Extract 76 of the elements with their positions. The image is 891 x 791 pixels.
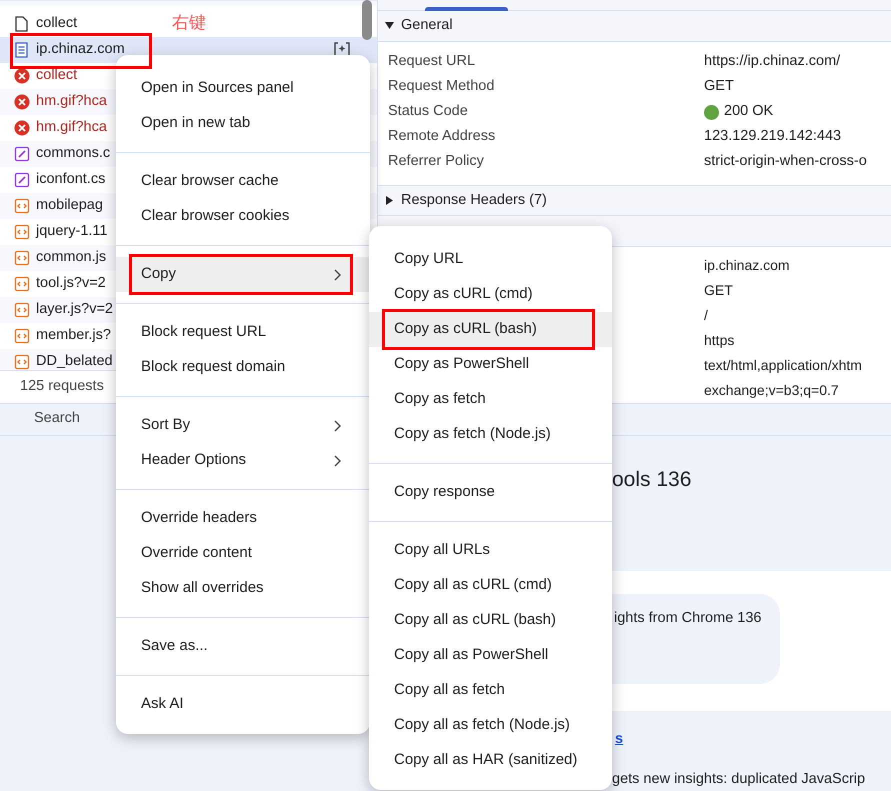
header-value: / <box>704 306 709 326</box>
script-icon <box>14 198 30 214</box>
article-summary: gets new insights: duplicated JavaScrip <box>612 770 866 790</box>
menu-item[interactable]: Block request URL <box>116 315 370 350</box>
script-icon <box>14 224 30 240</box>
header-value: ip.chinaz.com <box>704 256 791 276</box>
file-icon <box>14 16 30 32</box>
header-value: text/html,application/xhtm exchange;v=b3;q=0.7 <box>704 356 863 400</box>
chevron-right-icon <box>333 454 342 466</box>
script-icon <box>14 302 30 318</box>
menu-item[interactable]: Clear browser cache <box>116 164 370 199</box>
menu-item[interactable]: Header Options <box>116 443 370 478</box>
header-value: 200 OK <box>724 102 774 122</box>
menu-item[interactable]: Clear browser cookies <box>116 199 370 234</box>
collapsed-triangle-icon <box>384 194 395 206</box>
drawer-tab[interactable]: Search <box>0 404 114 434</box>
request-row[interactable]: iconfont.cs <box>0 167 110 193</box>
request-row[interactable]: collect <box>0 11 82 37</box>
header-value: GET <box>704 77 734 96</box>
chevron-right-icon <box>333 420 342 432</box>
request-row[interactable]: commons.c <box>0 141 114 167</box>
error-icon <box>14 120 30 136</box>
menu-item[interactable]: Copy as cURL (bash) <box>369 312 612 347</box>
stylesheet-icon <box>14 172 30 188</box>
request-row[interactable]: jquery-1.11 <box>0 219 112 245</box>
menu-item[interactable]: Show all overrides <box>116 571 370 606</box>
header-value: 123.129.219.142:443 <box>704 127 842 146</box>
section-header[interactable]: Response Headers (7) <box>378 186 891 216</box>
script-icon <box>14 354 30 370</box>
header-name: Remote Address <box>388 127 496 146</box>
script-icon <box>14 250 30 266</box>
menu-item[interactable]: Override content <box>116 536 370 571</box>
section-header[interactable]: General <box>378 10 891 42</box>
annotation-note: 右键 <box>172 13 206 33</box>
menu-item[interactable]: Copy all as HAR (sanitized) <box>369 743 612 778</box>
menu-item[interactable]: Copy all URLs <box>369 533 612 568</box>
chevron-right-icon <box>333 268 342 280</box>
header-name: Request Method <box>388 77 496 96</box>
header-name: Request URL <box>388 52 476 72</box>
request-row[interactable]: common.js <box>0 245 110 271</box>
header-name: Referrer Policy <box>388 152 485 172</box>
menu-item[interactable]: Copy response <box>369 475 612 510</box>
request-row[interactable]: tool.js?v=2 <box>0 271 110 297</box>
request-row[interactable]: hm.gif?hca <box>0 115 111 141</box>
document-icon <box>14 42 30 58</box>
request-row[interactable]: DD_belated <box>0 349 117 370</box>
header-value: https <box>704 331 736 350</box>
scrollbar-thumb[interactable] <box>362 0 372 40</box>
header-value: GET <box>704 281 734 300</box>
expanded-triangle-icon <box>384 20 395 32</box>
stylesheet-icon <box>14 146 30 162</box>
menu-item[interactable]: Open in Sources panel <box>116 71 370 106</box>
menu-item[interactable]: Copy URL <box>369 242 612 277</box>
request-row[interactable]: collect <box>0 63 82 89</box>
request-row[interactable]: mobilepag <box>0 193 107 219</box>
menu-item[interactable]: Save as... <box>116 629 370 664</box>
menu-item[interactable]: Copy <box>116 257 370 292</box>
request-row[interactable]: member.js? <box>0 323 115 349</box>
menu-item[interactable]: Copy as fetch (Node.js) <box>369 417 612 452</box>
whats-new-heading: ools 136 <box>612 468 692 490</box>
menu-item[interactable]: Copy as cURL (cmd) <box>369 277 612 312</box>
header-value: strict-origin-when-cross-o <box>704 152 867 172</box>
header-value: https://ip.chinaz.com/ <box>704 52 840 72</box>
menu-item[interactable]: Sort By <box>116 408 370 443</box>
script-icon <box>14 276 30 292</box>
error-icon <box>14 68 30 84</box>
request-row[interactable]: layer.js?v=2 <box>0 297 117 323</box>
menu-item[interactable]: Ask AI <box>116 687 370 722</box>
header-name: Status Code <box>388 102 469 122</box>
menu-item[interactable]: Override headers <box>116 501 370 536</box>
menu-item[interactable]: Copy all as fetch (Node.js) <box>369 708 612 743</box>
menu-item[interactable]: Open in new tab <box>116 106 370 141</box>
error-icon <box>14 94 30 110</box>
request-row[interactable]: hm.gif?hca <box>0 89 111 115</box>
article-link[interactable]: s <box>615 730 624 746</box>
script-icon <box>14 328 30 344</box>
